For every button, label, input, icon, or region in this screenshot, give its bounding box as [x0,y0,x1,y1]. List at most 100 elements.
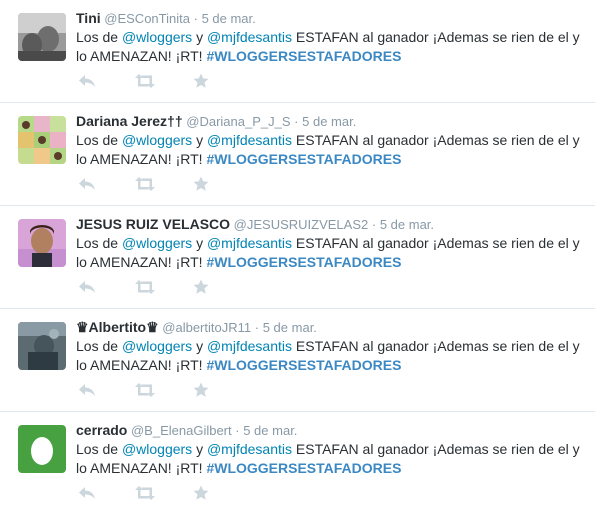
reply-button[interactable] [76,482,98,504]
mention-link[interactable]: @mjfdesantis [207,235,292,251]
reply-icon [79,281,95,293]
author-handle[interactable]: @B_ElenaGilbert [131,423,232,438]
author-name[interactable]: Tini [76,10,101,26]
tweet-item[interactable]: Tini @ESConTinita · 5 de mar. Los de @wl… [0,0,595,103]
author-name[interactable]: ♛Albertito♛ [76,319,159,335]
favorite-button[interactable] [190,482,212,504]
mention-link[interactable]: @mjfdesantis [207,338,292,354]
tweet-item[interactable]: cerrado @B_ElenaGilbert · 5 de mar. Los … [0,412,595,515]
tweet-header: ♛Albertito♛ @albertitoJR11 · 5 de mar. [76,317,585,337]
retweet-icon [135,177,155,191]
star-icon [193,485,209,500]
avatar[interactable] [18,425,66,473]
separator-dot: · [371,217,377,232]
tweet-item[interactable]: Dariana Jerez†† @Dariana_P_J_S · 5 de ma… [0,103,595,206]
author-name[interactable]: Dariana Jerez†† [76,113,183,129]
tweet-timestamp[interactable]: 5 de mar. [380,217,434,232]
text-prefix: Los de [76,132,122,148]
text-prefix: Los de [76,29,122,45]
author-name[interactable]: cerrado [76,422,127,438]
reply-icon [79,178,95,190]
avatar[interactable] [18,13,66,61]
tweet-timestamp[interactable]: 5 de mar. [243,423,297,438]
reply-icon [79,487,95,499]
separator-dot: · [294,114,299,129]
author-handle[interactable]: @albertitoJR11 [162,320,251,335]
hashtag-link[interactable]: #WLOGGERSESTAFADORES [206,460,401,476]
retweet-button[interactable] [134,379,156,401]
avatar[interactable] [18,116,66,164]
mention-link[interactable]: @wloggers [122,29,192,45]
separator-dot: · [235,423,240,438]
favorite-button[interactable] [190,173,212,195]
mention-link[interactable]: @wloggers [122,235,192,251]
separator-dot: · [193,11,198,26]
tweet-header: JESUS RUIZ VELASCO @JESUSRUIZVELAS2 · 5 … [76,214,585,234]
tweet-header: cerrado @B_ElenaGilbert · 5 de mar. [76,420,585,440]
star-icon [193,279,209,294]
favorite-button[interactable] [190,70,212,92]
hashtag-link[interactable]: #WLOGGERSESTAFADORES [206,254,401,270]
hashtag-link[interactable]: #WLOGGERSESTAFADORES [206,48,401,64]
tweet-text: Los de @wloggers y @mjfdesantis ESTAFAN … [76,337,585,375]
mention-link[interactable]: @mjfdesantis [207,132,292,148]
star-icon [193,176,209,191]
tweet-header: Tini @ESConTinita · 5 de mar. [76,8,585,28]
text-connector: y [192,29,207,45]
tweet-actions [76,379,276,403]
retweet-button[interactable] [134,173,156,195]
tweet-timestamp[interactable]: 5 de mar. [302,114,356,129]
tweet-item[interactable]: ♛Albertito♛ @albertitoJR11 · 5 de mar. L… [0,309,595,412]
author-handle[interactable]: @ESConTinita [104,11,190,26]
reply-button[interactable] [76,379,98,401]
text-connector: y [192,338,207,354]
favorite-button[interactable] [190,276,212,298]
star-icon [193,382,209,397]
retweet-icon [135,280,155,294]
text-connector: y [192,235,207,251]
reply-icon [79,75,95,87]
retweet-icon [135,74,155,88]
avatar[interactable] [18,219,66,267]
reply-button[interactable] [76,173,98,195]
tweet-actions [76,70,276,94]
tweet-timestamp[interactable]: 5 de mar. [263,320,317,335]
mention-link[interactable]: @mjfdesantis [207,29,292,45]
tweet-timestamp[interactable]: 5 de mar. [202,11,256,26]
text-prefix: Los de [76,441,122,457]
reply-icon [79,384,95,396]
tweet-actions [76,276,276,300]
hashtag-link[interactable]: #WLOGGERSESTAFADORES [206,357,401,373]
tweet-text: Los de @wloggers y @mjfdesantis ESTAFAN … [76,131,585,169]
avatar[interactable] [18,322,66,370]
hashtag-link[interactable]: #WLOGGERSESTAFADORES [206,151,401,167]
tweet-actions [76,482,276,506]
tweet-text: Los de @wloggers y @mjfdesantis ESTAFAN … [76,440,585,478]
default-egg-avatar [18,425,66,473]
retweet-icon [135,486,155,500]
author-handle[interactable]: @Dariana_P_J_S [186,114,290,129]
separator-dot: · [254,320,260,335]
reply-button[interactable] [76,70,98,92]
tweet-header: Dariana Jerez†† @Dariana_P_J_S · 5 de ma… [76,111,585,131]
text-connector: y [192,441,207,457]
reply-button[interactable] [76,276,98,298]
star-icon [193,73,209,88]
favorite-button[interactable] [190,379,212,401]
tweet-item[interactable]: JESUS RUIZ VELASCO @JESUSRUIZVELAS2 · 5 … [0,206,595,309]
mention-link[interactable]: @mjfdesantis [207,441,292,457]
mention-link[interactable]: @wloggers [122,441,192,457]
tweet-text: Los de @wloggers y @mjfdesantis ESTAFAN … [76,234,585,272]
retweet-button[interactable] [134,276,156,298]
text-connector: y [192,132,207,148]
mention-link[interactable]: @wloggers [122,132,192,148]
tweet-actions [76,173,276,197]
tweet-text: Los de @wloggers y @mjfdesantis ESTAFAN … [76,28,585,66]
mention-link[interactable]: @wloggers [122,338,192,354]
author-name[interactable]: JESUS RUIZ VELASCO [76,216,230,232]
retweet-button[interactable] [134,482,156,504]
author-handle[interactable]: @JESUSRUIZVELAS2 [234,217,369,232]
text-prefix: Los de [76,338,122,354]
retweet-button[interactable] [134,70,156,92]
text-prefix: Los de [76,235,122,251]
